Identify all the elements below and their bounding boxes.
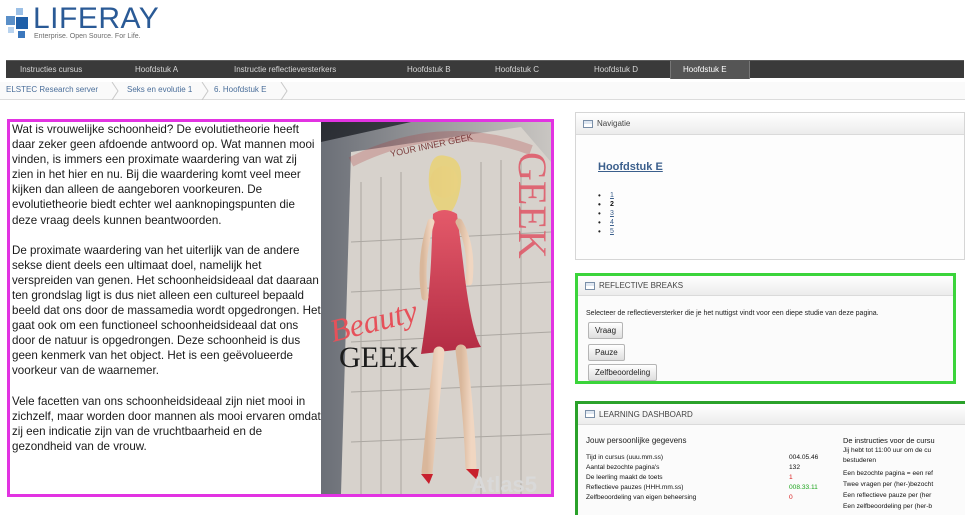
dashboard-instructions-line: De instructies voor de cursu: [843, 436, 935, 445]
nav-tab-hoofdstuk-b[interactable]: Hoofdstuk B: [401, 61, 457, 79]
navigatie-page-item[interactable]: 1: [598, 191, 614, 200]
site-header: LIFERAY Enterprise. Open Source. For Lif…: [0, 0, 965, 56]
main-navigation: Instructies cursus Hoofdstuk A Instructi…: [6, 60, 964, 79]
reflective-breaks-title: REFLECTIVE BREAKS: [599, 280, 684, 290]
reflective-breaks-header: REFLECTIVE BREAKS: [578, 276, 953, 296]
nav-tab-hoofdstuk-d[interactable]: Hoofdstuk D: [588, 61, 644, 79]
navigatie-page-list: 1 2 3 4 5: [598, 191, 614, 236]
portlet-window-icon: [585, 281, 595, 290]
article-text: Wat is vrouwelijke schoonheid? De evolut…: [12, 122, 321, 494]
nav-tab-hoofdstuk-a[interactable]: Hoofdstuk A: [129, 61, 184, 79]
navigatie-header: Navigatie: [576, 113, 964, 135]
logo-tagline: Enterprise. Open Source. For Life.: [34, 33, 141, 40]
poster-geek-text: GEEK: [339, 341, 419, 374]
article-paragraph: Vele facetten van ons schoonheidsideaal …: [12, 394, 321, 453]
dashboard-instructions-line: bestuderen: [843, 457, 876, 464]
dashboard-instructions-line: Een bezochte pagina = een ref: [843, 470, 934, 477]
navigatie-page-link[interactable]: 4: [610, 219, 614, 226]
pauze-button[interactable]: Pauze: [588, 344, 625, 361]
dashboard-instructions-line: Een reflectieve pauze per (her: [843, 492, 932, 499]
learning-dashboard-title: LEARNING DASHBOARD: [599, 409, 693, 419]
breadcrumb-chevron-icon: [111, 82, 119, 100]
dashboard-row-label: Zelfbeoordeling van eigen beheersing: [586, 494, 697, 501]
vraag-button[interactable]: Vraag: [588, 322, 624, 339]
reflective-breaks-intro: Selecteer de reflectieversterker die je …: [586, 310, 879, 317]
dashboard-row-label: Reflectieve pauzes (HHH.mm.ss): [586, 484, 684, 491]
dashboard-personal-heading: Jouw persoonlijke gegevens: [586, 436, 687, 445]
navigatie-page-link[interactable]: 1: [610, 192, 614, 199]
nav-tab-instructie-reflectieversterkers[interactable]: Instructie reflectieversterkers: [228, 61, 342, 79]
dashboard-instructions-line: Twee vragen per (her-)bezocht: [843, 481, 934, 488]
navigatie-chapter-link[interactable]: Hoofdstuk E: [598, 161, 663, 173]
nav-tab-hoofdstuk-c[interactable]: Hoofdstuk C: [489, 61, 545, 79]
article-paragraph: De proximate waardering van het uiterlij…: [12, 243, 321, 378]
liferay-logo-icon: [6, 4, 30, 38]
learning-dashboard-portlet: LEARNING DASHBOARD Jouw persoonlijke geg…: [575, 401, 965, 515]
dashboard-instructions-line: Jij hebt tot 11:00 uur om de cu: [843, 447, 932, 454]
portlet-list-icon: [583, 119, 593, 128]
article-frame: Wat is vrouwelijke schoonheid? De evolut…: [7, 119, 554, 497]
page-root: LIFERAY Enterprise. Open Source. For Lif…: [0, 0, 965, 515]
dashboard-row-label: Tijd in cursus (uuu.mm.ss): [586, 454, 664, 461]
breadcrumb-chevron-icon: [280, 82, 288, 100]
dashboard-row-value: 0: [789, 494, 793, 501]
dashboard-row-value: 004.05.46: [789, 454, 819, 461]
dashboard-instructions-line: Een zelfbeoordeling per (her-b: [843, 503, 933, 510]
breadcrumb-item-course[interactable]: Seks en evolutie 1: [127, 85, 192, 94]
breadcrumb-chevron-icon: [201, 82, 209, 100]
dashboard-row-label: Aantal bezochte pagina's: [586, 464, 660, 471]
navigatie-title: Navigatie: [597, 118, 631, 128]
logo-wordmark: LIFERAY: [33, 2, 160, 35]
beauty-geek-poster-image: YOUR INNER GEEK Beauty GEEK GEEK Atlas5: [321, 122, 551, 494]
navigatie-page-item[interactable]: 5: [598, 227, 614, 236]
article-paragraph: Wat is vrouwelijke schoonheid? De evolut…: [12, 123, 315, 227]
poster-geek-vertical-text: GEEK: [510, 152, 551, 259]
poster-bottom-text: Atlas5: [471, 472, 537, 494]
dashboard-row-value: 132: [789, 464, 801, 471]
navigatie-portlet: Navigatie Hoofdstuk E 1 2 3 4 5: [575, 112, 965, 260]
portlet-window-icon: [585, 410, 595, 418]
learning-dashboard-header: LEARNING DASHBOARD: [578, 404, 965, 425]
breadcrumb-item-chapter[interactable]: 6. Hoofdstuk E: [214, 85, 266, 94]
navigatie-page-item[interactable]: 4: [598, 218, 614, 227]
reflective-breaks-portlet: REFLECTIVE BREAKS Selecteer de reflectie…: [575, 273, 956, 384]
zelfbeoordeling-button[interactable]: Zelfbeoordeling: [588, 364, 658, 381]
dashboard-row-value: 008.33.11: [789, 484, 818, 491]
navigatie-page-link[interactable]: 5: [610, 228, 614, 235]
nav-tab-instructies-cursus[interactable]: Instructies cursus: [14, 61, 88, 79]
breadcrumb-item-server[interactable]: ELSTEC Research server: [6, 85, 98, 94]
dashboard-row-label: De leerling maakt de toets: [586, 474, 663, 481]
navigatie-page-item-current: 2: [598, 200, 614, 209]
navigatie-page-item[interactable]: 3: [598, 209, 614, 218]
breadcrumb: ELSTEC Research server Seks en evolutie …: [0, 82, 965, 100]
dashboard-row-value: 1: [789, 474, 793, 481]
navigatie-page-link[interactable]: 3: [610, 210, 614, 217]
nav-tab-hoofdstuk-e[interactable]: Hoofdstuk E: [670, 61, 750, 79]
